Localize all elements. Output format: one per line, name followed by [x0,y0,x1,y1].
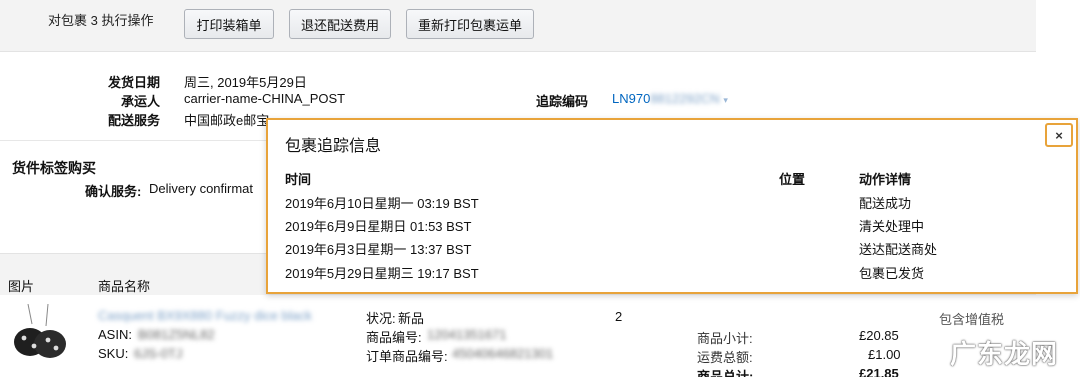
tracking-event-action: 包裹已发货 [859,266,925,281]
item-total-label: 商品总计: [697,369,754,377]
order-item-value: 45040646821301 [452,346,554,361]
ship-date-value: 周三, 2019年5月29日 [184,75,307,90]
quantity-value: 2 [615,309,623,324]
fuzzy-dice-image [14,303,66,358]
ship-date-label: 发货日期 [107,75,160,90]
label-purchase-title: 货件标签购买 [12,160,96,176]
order-item-label: 订单商品编号: [366,349,448,364]
condition-label: 状况: [366,311,396,326]
sku-label: SKU: [98,346,129,361]
sku-value: 6JS-0TJ [134,346,183,361]
shipping-total-label: 运费总额: [697,350,753,365]
tracking-number-redacted: 8812292CN [650,91,720,106]
carrier-value: carrier-name-CHINA_POST [184,91,346,106]
item-total-value: £21.85 [859,366,899,377]
col-time-header: 时间 [285,172,312,187]
confirm-service-label: 确认服务: [85,184,142,199]
item-number-value: 12041351671 [427,327,507,342]
close-button[interactable]: × [1045,123,1073,147]
chevron-down-icon: ▾ [723,95,728,105]
section-divider [0,140,266,141]
shipping-total-value: £1.00 [868,347,901,362]
tracking-link[interactable]: LN9708812292CN ▾ [612,91,728,106]
tracking-label: 追踪编码 [535,94,588,109]
asin-label: ASIN: [98,327,132,342]
tracking-event-action: 清关处理中 [859,219,925,234]
tracking-event-time: 2019年5月29日星期三 19:17 BST [285,266,479,281]
watermark: 广东龙网 [950,339,1059,369]
col-action-header: 动作详情 [859,172,912,187]
product-image[interactable] [8,303,72,368]
tracking-event-time: 2019年6月10日星期一 03:19 BST [285,196,479,211]
confirm-service-value: Delivery confirmat [149,181,254,196]
tracking-number: LN970 [612,91,651,106]
tracking-event-action: 配送成功 [859,196,912,211]
carrier-label: 承运人 [120,94,160,109]
reprint-label-button[interactable]: 重新打印包裹运单 [406,9,534,39]
tracking-event-action: 送达配送商处 [859,242,938,257]
tracking-event-time: 2019年6月3日星期一 13:37 BST [285,242,472,257]
asin-value: B081Z5NL82 [138,327,215,342]
package-action-label: 对包裹 3 执行操作 [48,13,154,28]
service-label: 配送服务 [107,113,160,128]
close-icon: × [1055,127,1063,143]
service-value: 中国邮政e邮宝 [184,113,270,128]
item-number-label: 商品编号: [366,330,422,345]
vat-note: 包含增值税 [939,312,1005,327]
popover-title: 包裹追踪信息 [285,138,382,155]
condition-value: 新品 [398,311,425,326]
col-name-header: 商品名称 [98,279,151,294]
subtotal-label: 商品小计: [697,331,753,346]
col-image-header: 图片 [8,279,35,294]
refund-shipping-button[interactable]: 退还配送费用 [289,9,391,39]
tracking-event-time: 2019年6月9日星期日 01:53 BST [285,219,472,234]
product-title-link[interactable]: Casquent BX9X880 Fuzzy dice black [98,308,312,323]
col-location-header: 位置 [779,172,806,187]
subtotal-value: £20.85 [859,328,899,343]
print-packing-slip-button[interactable]: 打印装箱单 [184,9,274,39]
